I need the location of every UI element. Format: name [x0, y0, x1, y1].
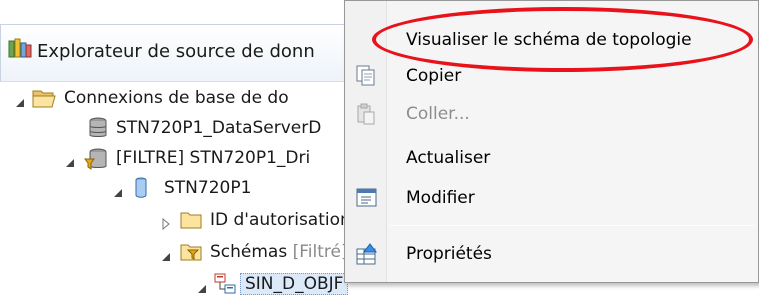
tree-item-label: STN720P1_DataServerD	[116, 118, 322, 138]
tree-item-schemas[interactable]: Schémas [Filtré]	[0, 238, 352, 268]
context-menu: Visualiser le schéma de topologie Copier…	[344, 0, 759, 283]
tree-item-schema-selected[interactable]: SIN_D_OBJF	[0, 270, 352, 300]
expanded-triangle-icon[interactable]	[14, 94, 26, 107]
menu-separator	[390, 225, 754, 226]
expanded-triangle-icon[interactable]	[112, 184, 124, 197]
menu-item-copy[interactable]: Copier	[345, 59, 758, 95]
data-source-explorer-panel: Explorateur de source de donn Connexions…	[0, 0, 352, 306]
tree-item-filtered-driver[interactable]: [FILTRE] STN720P1_Dri	[0, 144, 352, 174]
menu-item-properties[interactable]: Propriétés	[345, 237, 758, 273]
menu-item-refresh[interactable]: Actualiser	[345, 141, 758, 177]
expanded-triangle-icon[interactable]	[196, 280, 208, 293]
menu-item-label: Propriétés	[406, 244, 492, 264]
filtered-database-icon	[84, 147, 110, 175]
schema-icon	[214, 273, 236, 299]
tree-item-label: [FILTRE] STN720P1_Dri	[116, 148, 311, 168]
tree-item-label: Connexions de base de do	[64, 88, 289, 108]
menu-item-label: Modifier	[406, 188, 475, 208]
paste-icon	[356, 103, 376, 129]
explorer-title: Explorateur de source de donn	[37, 41, 315, 62]
menu-item-paste[interactable]: Coller...	[345, 97, 758, 133]
tree-item-label: ID d'autorisation	[210, 210, 351, 230]
collapsed-triangle-icon[interactable]	[160, 215, 172, 231]
menu-item-visualize-topology[interactable]: Visualiser le schéma de topologie	[345, 23, 758, 59]
tree-item-authorization-ids[interactable]: ID d'autorisation	[0, 206, 352, 236]
tree-item-database[interactable]: STN720P1	[0, 174, 352, 204]
folder-open-icon	[32, 88, 58, 112]
menu-item-label: Copier	[406, 66, 462, 86]
tree-item-dataserver[interactable]: STN720P1_DataServerD	[0, 114, 352, 144]
copy-icon	[356, 65, 376, 91]
filtered-folder-icon	[180, 242, 202, 266]
folder-icon	[180, 211, 202, 233]
menu-item-label: Visualiser le schéma de topologie	[406, 30, 692, 50]
tree-item-label: SIN_D_OBJF	[240, 273, 349, 295]
properties-icon	[356, 243, 378, 269]
explorer-header: Explorateur de source de donn	[0, 24, 352, 82]
expanded-triangle-icon[interactable]	[64, 154, 76, 167]
tree-item-label: Schémas [Filtré]	[210, 242, 348, 262]
tree-item-label: STN720P1	[164, 178, 252, 198]
edit-icon	[356, 187, 378, 213]
database-icon	[88, 117, 108, 143]
expanded-triangle-icon[interactable]	[160, 248, 172, 261]
data-source-explorer-icon	[8, 38, 32, 64]
menu-item-label: Actualiser	[406, 148, 491, 168]
menu-item-label: Coller...	[406, 104, 470, 124]
tree-item-connections[interactable]: Connexions de base de do	[0, 84, 352, 114]
database-cylinder-icon	[134, 177, 148, 203]
menu-item-edit[interactable]: Modifier	[345, 181, 758, 217]
filter-suffix: [Filtré]	[292, 242, 348, 262]
